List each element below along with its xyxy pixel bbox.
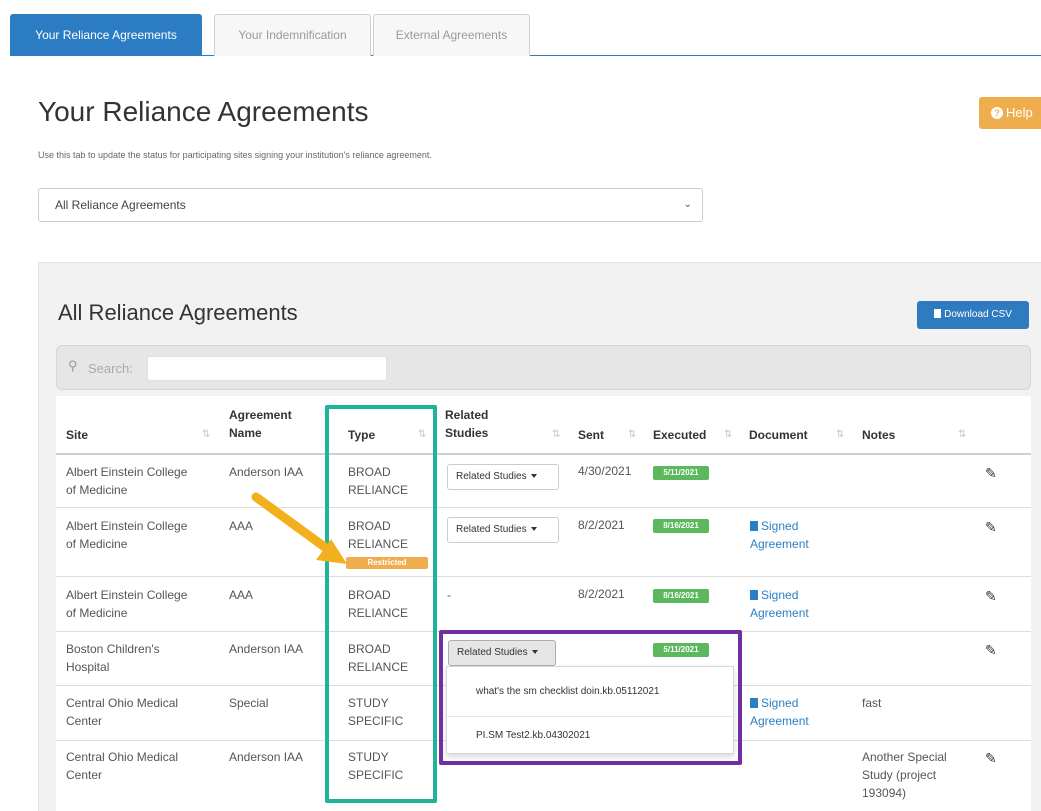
tab-external-agreements[interactable]: External Agreements — [373, 14, 530, 56]
page-subtitle: Use this tab to update the status for pa… — [38, 150, 432, 160]
help-icon: ? — [991, 107, 1003, 119]
tab-your-indemnification[interactable]: Your Indemnification — [214, 14, 371, 56]
table-cell-site: Central Ohio Medical Center — [66, 696, 179, 728]
table-cell-sent: 8/2/2021 — [578, 518, 625, 532]
table-cell-agreement: Special — [229, 696, 269, 710]
related-studies-button[interactable]: Related Studies — [447, 464, 559, 490]
pencil-icon[interactable]: ✎ — [985, 519, 997, 536]
column-header-sent[interactable]: Sent — [578, 428, 604, 443]
agreement-filter-select[interactable]: All Reliance Agreements ⌄ — [38, 188, 703, 222]
signed-agreement-link[interactable]: Signed Agreement — [750, 517, 809, 553]
chevron-down-icon: ⌄ — [683, 199, 692, 210]
column-header-document[interactable]: Document — [749, 428, 808, 443]
signed-agreement-link[interactable]: Signed Agreement — [750, 694, 809, 730]
column-header-site[interactable]: Site — [66, 428, 88, 443]
search-icon: ⚲ — [68, 358, 78, 373]
caret-down-icon — [531, 527, 538, 531]
table-cell-related: - — [447, 588, 451, 602]
document-icon — [750, 521, 758, 531]
sort-icon[interactable]: ⇅ — [552, 429, 560, 440]
table-cell-site: Albert Einstein College of Medicine — [66, 519, 188, 551]
download-file-icon — [934, 309, 942, 318]
column-header-notes[interactable]: Notes — [862, 428, 895, 443]
executed-date-badge: 5/11/2021 — [653, 466, 709, 480]
table-cell-site: Boston Children's Hospital — [66, 642, 160, 674]
caret-down-icon — [531, 474, 538, 478]
search-label: Search: — [88, 361, 133, 376]
column-header-executed[interactable]: Executed — [653, 428, 706, 443]
table-cell-site: Albert Einstein College of Medicine — [66, 588, 188, 620]
related-studies-button[interactable]: Related Studies — [447, 517, 559, 543]
table-cell-site: Albert Einstein College of Medicine — [66, 465, 188, 497]
related-studies-highlight — [439, 630, 742, 765]
table-cell-notes: Another Special Study (project 193094) — [862, 750, 947, 800]
document-icon — [750, 590, 758, 600]
download-csv-label: Download CSV — [944, 309, 1012, 320]
sort-icon[interactable]: ⇅ — [202, 429, 210, 440]
table-cell-site: Central Ohio Medical Center — [66, 750, 179, 782]
tab-your-reliance-agreements[interactable]: Your Reliance Agreements — [10, 14, 202, 56]
signed-agreement-link[interactable]: Signed Agreement — [750, 586, 809, 622]
column-header-agreement-name[interactable]: Agreement Name — [229, 408, 292, 441]
tab-bar: Your Reliance Agreements Your Indemnific… — [10, 14, 1041, 56]
table-cell-agreement: AAA — [229, 519, 254, 533]
sort-icon[interactable]: ⇅ — [836, 429, 844, 440]
agreement-filter-value: All Reliance Agreements — [55, 198, 186, 212]
type-column-highlight — [325, 405, 437, 803]
pencil-icon[interactable]: ✎ — [985, 465, 997, 482]
table-cell-agreement: Anderson IAA — [229, 642, 304, 656]
executed-date-badge: 8/16/2021 — [653, 589, 709, 603]
search-input[interactable] — [147, 356, 387, 381]
pencil-icon[interactable]: ✎ — [985, 642, 997, 659]
column-header-related-studies[interactable]: Related Studies — [445, 408, 488, 441]
sort-icon[interactable]: ⇅ — [724, 429, 732, 440]
table-cell-agreement: AAA — [229, 588, 254, 602]
help-label: Help — [1006, 105, 1033, 120]
pencil-icon[interactable]: ✎ — [985, 588, 997, 605]
table-cell-sent: 8/2/2021 — [578, 587, 625, 601]
table-cell-sent: 4/30/2021 — [578, 464, 632, 478]
executed-date-badge: 8/16/2021 — [653, 519, 709, 533]
panel-title: All Reliance Agreements — [58, 300, 298, 325]
pencil-icon[interactable]: ✎ — [985, 750, 997, 767]
header-divider — [56, 453, 1031, 455]
row-divider — [56, 576, 1031, 577]
download-csv-button[interactable]: Download CSV — [917, 301, 1029, 329]
sort-icon[interactable]: ⇅ — [958, 429, 966, 440]
help-button[interactable]: ? Help — [979, 97, 1041, 129]
sort-icon[interactable]: ⇅ — [628, 429, 636, 440]
document-icon — [750, 698, 758, 708]
table-cell-agreement: Anderson IAA — [229, 750, 304, 764]
table-cell-agreement: Anderson IAA — [229, 465, 304, 479]
table-cell-notes: fast — [862, 696, 882, 710]
page-title: Your Reliance Agreements — [38, 96, 369, 127]
row-divider — [56, 507, 1031, 508]
